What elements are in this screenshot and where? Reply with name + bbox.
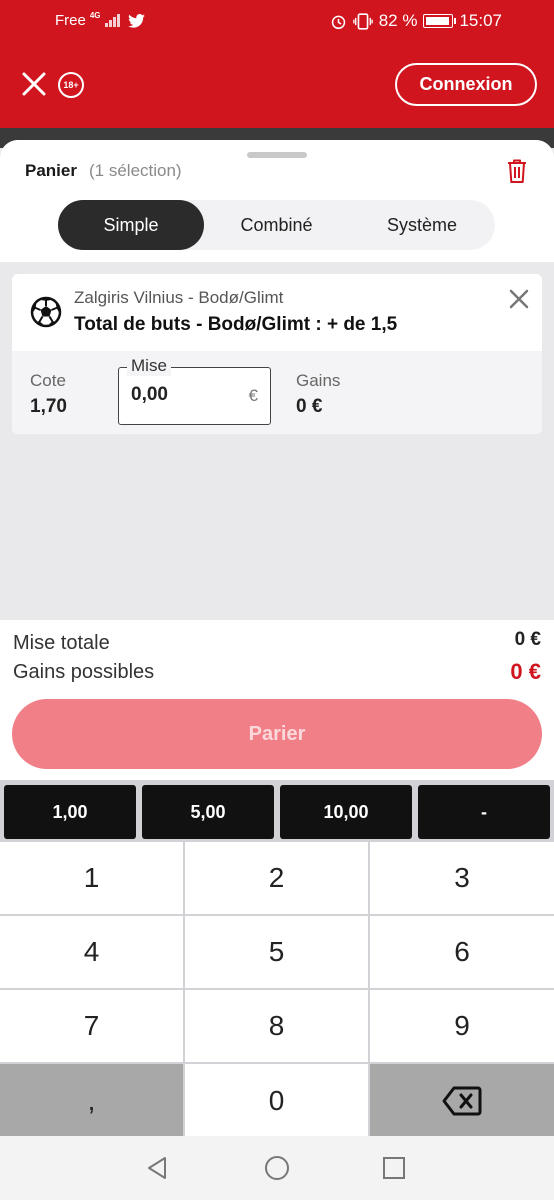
key-0[interactable]: 0	[185, 1064, 368, 1138]
quick-amount-1[interactable]: 1,00	[4, 785, 136, 839]
potential-gains-label: Gains possibles	[13, 661, 155, 683]
remove-selection-icon[interactable]	[508, 288, 530, 310]
market-selection: Total de buts - Bodø/Glimt : + de 1,5	[74, 314, 398, 335]
key-8[interactable]: 8	[185, 990, 368, 1062]
trash-icon[interactable]	[505, 158, 529, 184]
backspace-icon	[442, 1086, 482, 1116]
key-2[interactable]: 2	[185, 842, 368, 914]
soccer-ball-icon	[30, 296, 62, 328]
key-9[interactable]: 9	[370, 990, 554, 1062]
battery-icon	[423, 14, 457, 28]
signal-icon	[104, 14, 120, 27]
carrier-name: Free	[55, 12, 86, 29]
quick-amount-10[interactable]: 10,00	[280, 785, 412, 839]
system-nav-bar	[0, 1136, 554, 1200]
tab-systeme[interactable]: Système	[349, 200, 495, 250]
match-name: Zalgiris Vilnius - Bodø/Glimt	[74, 288, 284, 307]
home-nav-icon[interactable]	[264, 1155, 290, 1181]
tab-combine[interactable]: Combiné	[204, 200, 349, 250]
place-bet-button[interactable]: Parier	[12, 699, 542, 769]
age-restriction-badge: 18+	[58, 72, 84, 98]
drag-handle[interactable]	[247, 152, 307, 158]
totals-panel: Mise totale 0 € Gains possibles 0 € Pari…	[0, 620, 554, 780]
odds-label: Cote	[30, 371, 66, 390]
bet-selection-card: Zalgiris Vilnius - Bodø/Glimt Total de b…	[12, 274, 542, 434]
battery-percent: 82 %	[378, 11, 418, 30]
key-6[interactable]: 6	[370, 916, 554, 988]
tab-simple[interactable]: Simple	[58, 200, 204, 250]
login-button[interactable]: Connexion	[395, 63, 537, 106]
odds-value: 1,70	[30, 396, 67, 417]
close-icon[interactable]	[20, 70, 48, 98]
total-stake-value: 0 €	[514, 629, 541, 650]
currency-symbol: €	[248, 386, 258, 405]
recents-nav-icon[interactable]	[383, 1157, 405, 1179]
alarm-icon	[331, 15, 345, 29]
bet-slip-header: Panier (1 sélection) Simple Combiné Syst…	[0, 140, 554, 262]
key-4[interactable]: 4	[0, 916, 183, 988]
total-stake-label: Mise totale	[13, 632, 110, 654]
key-7[interactable]: 7	[0, 990, 183, 1062]
bet-type-tabs: Simple Combiné Système	[58, 200, 495, 250]
app-header: Free 4G 82 % 15:07 18+ Connexion	[0, 0, 554, 128]
key-comma[interactable]: ,	[0, 1064, 183, 1138]
status-right: 82 % 15:07	[330, 11, 502, 31]
potential-gains-value: 0 €	[510, 659, 541, 684]
bet-slip-sheet: Panier (1 sélection) Simple Combiné Syst…	[0, 140, 554, 620]
status-bar: Free 4G 82 % 15:07	[0, 0, 554, 42]
key-1[interactable]: 1	[0, 842, 183, 914]
stake-value: 0,00	[131, 384, 168, 405]
quick-amount-clear[interactable]: -	[418, 785, 550, 839]
quick-amount-5[interactable]: 5,00	[142, 785, 274, 839]
basket-title: Panier	[25, 161, 77, 180]
gains-value: 0 €	[296, 396, 323, 417]
twitter-icon	[127, 13, 145, 28]
stake-input[interactable]: Mise 0,00 €	[118, 356, 271, 425]
bet-details: Cote 1,70 Mise 0,00 € Gains 0 €	[12, 351, 542, 434]
back-nav-icon[interactable]	[145, 1156, 169, 1180]
stake-label: Mise	[127, 356, 171, 376]
network-type: 4G	[89, 11, 101, 20]
quick-amounts: 1,00 5,00 10,00 -	[0, 780, 554, 842]
backspace-key[interactable]	[370, 1064, 554, 1138]
numeric-keypad: 1 2 3 4 5 6 7 8 9 , 0	[0, 842, 554, 1138]
key-3[interactable]: 3	[370, 842, 554, 914]
selection-count: (1 sélection)	[89, 161, 182, 180]
clock: 15:07	[459, 11, 502, 30]
key-5[interactable]: 5	[185, 916, 368, 988]
status-left: Free 4G	[55, 11, 145, 29]
vibrate-icon	[352, 12, 373, 30]
gains-label: Gains	[296, 371, 341, 390]
